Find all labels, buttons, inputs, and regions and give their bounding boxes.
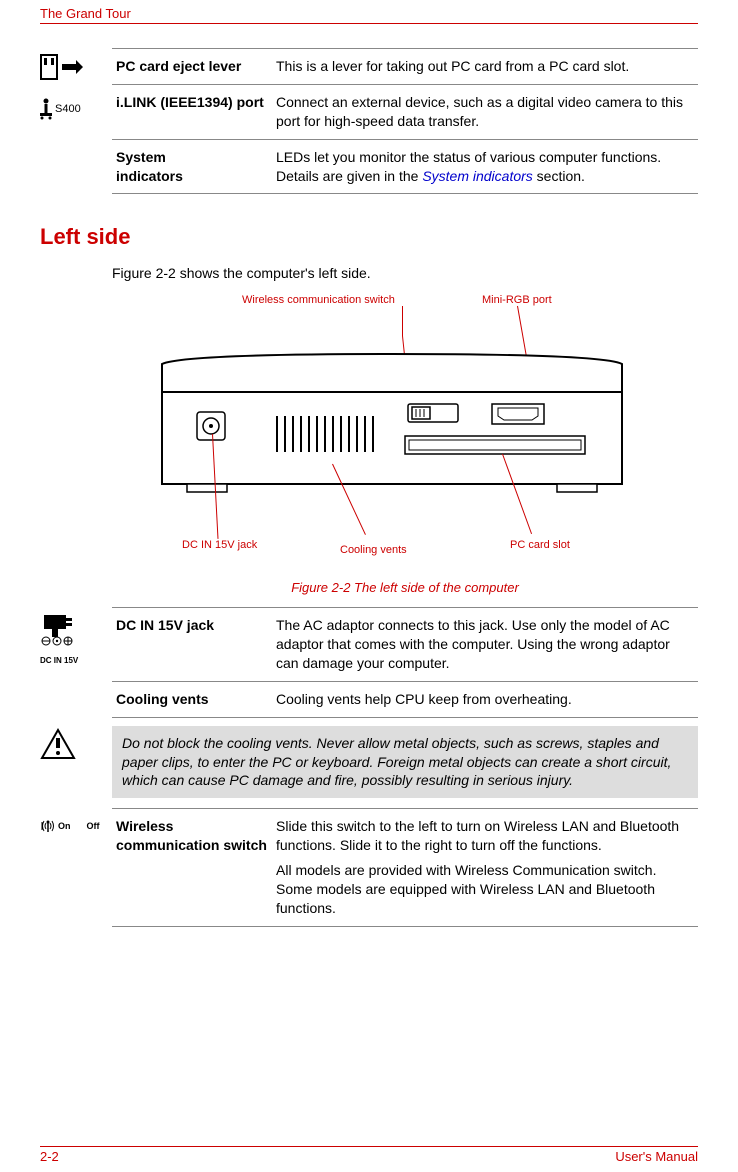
top-icons-column: S400 xyxy=(40,48,112,194)
definition-table-bottom1: DC IN 15V jack The AC adaptor connects t… xyxy=(112,607,698,718)
desc-post: section. xyxy=(533,168,585,184)
callout-wireless: Wireless communication switch xyxy=(242,294,395,306)
definition-table-top: PC card eject lever This is a lever for … xyxy=(112,48,698,194)
table-row: System indicators LEDs let you monitor t… xyxy=(112,139,698,194)
manual-label: User's Manual xyxy=(615,1149,698,1164)
wireless-icon-col: On Off xyxy=(40,808,112,926)
dc-in-icon-col: DC IN 15V xyxy=(40,607,112,718)
table-row: i.LINK (IEEE1394) port Connect an extern… xyxy=(112,84,698,139)
pc-card-eject-icon xyxy=(40,54,84,84)
dc-in-icon xyxy=(40,613,80,653)
callout-cooling: Cooling vents xyxy=(340,544,407,556)
warning-text: Do not block the cooling vents. Never al… xyxy=(112,726,698,799)
bottom-table2-row: On Off Wireless communication switch Sli… xyxy=(40,808,698,926)
ilink-icon-wrap: S400 xyxy=(40,98,112,120)
term-line1: System xyxy=(116,148,268,167)
warning-icon-col xyxy=(40,726,112,799)
table-row: Cooling vents Cooling vents help CPU kee… xyxy=(112,681,698,717)
desc-cell: LEDs let you monitor the status of vario… xyxy=(272,139,698,194)
table-row: PC card eject lever This is a lever for … xyxy=(112,49,698,85)
callout-dc-in: DC IN 15V jack xyxy=(182,539,257,551)
bottom-table1-row: DC IN 15V DC IN 15V jack The AC adaptor … xyxy=(40,607,698,718)
figure-wrap: Wireless communication switch Mini-RGB p… xyxy=(112,294,698,574)
s400-label: S400 xyxy=(55,103,81,115)
leader-line xyxy=(402,306,403,336)
section-heading-left-side: Left side xyxy=(40,224,698,250)
chapter-title: The Grand Tour xyxy=(40,0,698,23)
callout-mini-rgb: Mini-RGB port xyxy=(482,294,552,306)
figure-caption: Figure 2-2 The left side of the computer xyxy=(112,580,698,595)
page-footer: 2-2 User's Manual xyxy=(40,1146,698,1164)
desc-cell: Connect an external device, such as a di… xyxy=(272,84,698,139)
top-table-content: PC card eject lever This is a lever for … xyxy=(112,48,698,194)
antenna-icon xyxy=(40,818,56,834)
desc-p1: Slide this switch to the left to turn on… xyxy=(276,817,694,855)
on-label: On xyxy=(58,821,71,831)
header-rule xyxy=(40,23,698,24)
term-cell: Cooling vents xyxy=(112,681,272,717)
callout-pc-card: PC card slot xyxy=(510,539,570,551)
term-cell: i.LINK (IEEE1394) port xyxy=(112,84,272,139)
desc-cell: The AC adaptor connects to this jack. Us… xyxy=(272,608,698,682)
desc-cell: Cooling vents help CPU keep from overhea… xyxy=(272,681,698,717)
desc-p2: All models are provided with Wireless Co… xyxy=(276,861,694,918)
term-cell: DC IN 15V jack xyxy=(112,608,272,682)
term-cell: Wireless communication switch xyxy=(112,809,272,926)
term-cell: System indicators xyxy=(112,139,272,194)
desc-cell: This is a lever for taking out PC card f… xyxy=(272,49,698,85)
footer-rule xyxy=(40,1146,698,1147)
definition-table-bottom2: Wireless communication switch Slide this… xyxy=(112,808,698,926)
table-row: Wireless communication switch Slide this… xyxy=(112,809,698,926)
dc-in-label: DC IN 15V xyxy=(40,656,112,665)
table-row: DC IN 15V jack The AC adaptor connects t… xyxy=(112,608,698,682)
page-number: 2-2 xyxy=(40,1149,59,1164)
term-cell: PC card eject lever xyxy=(112,49,272,85)
caution-icon xyxy=(40,728,76,760)
term-line2: indicators xyxy=(116,167,268,186)
off-label: Off xyxy=(87,821,100,831)
desc-cell: Slide this switch to the left to turn on… xyxy=(272,809,698,926)
wireless-switch-icon: On Off xyxy=(40,818,112,834)
ilink-icon xyxy=(40,98,52,120)
system-indicators-link[interactable]: System indicators xyxy=(422,168,532,184)
warning-row: Do not block the cooling vents. Never al… xyxy=(40,726,698,799)
intro-paragraph: Figure 2-2 shows the computer's left sid… xyxy=(112,264,698,284)
laptop-left-side-illustration xyxy=(152,344,632,524)
top-table-row: S400 PC card eject lever This is a lever… xyxy=(40,48,698,194)
